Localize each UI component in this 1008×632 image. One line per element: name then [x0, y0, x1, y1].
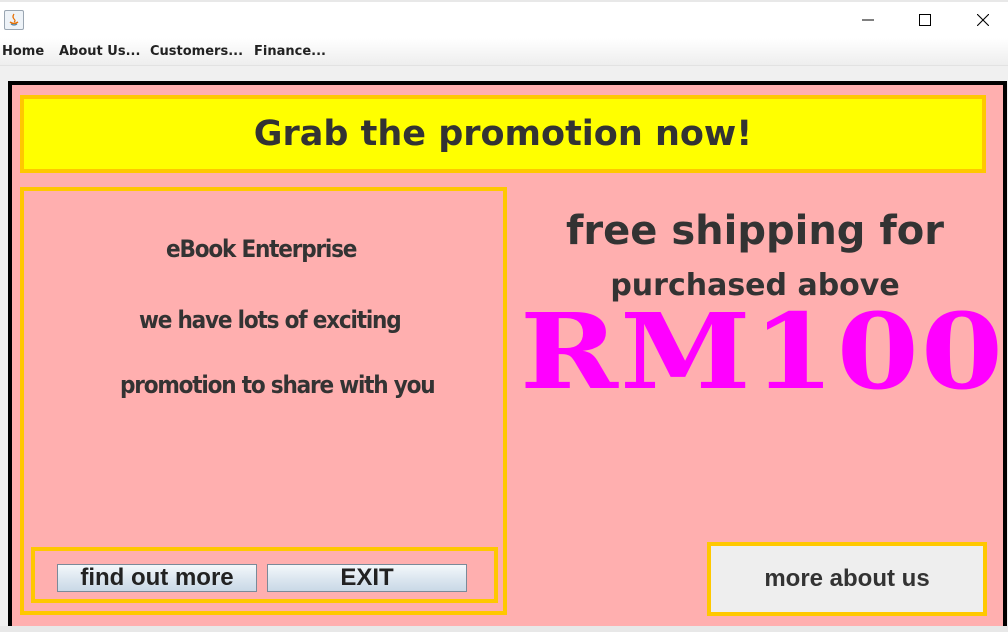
- find-out-more-button[interactable]: find out more: [57, 564, 257, 592]
- close-icon: [977, 14, 989, 26]
- menu-finance[interactable]: Finance...: [254, 44, 326, 59]
- shipping-headline: free shipping for: [566, 208, 944, 254]
- company-name: eBook Enterprise: [166, 235, 357, 263]
- background-window-edge-bottom: [0, 626, 1008, 632]
- banner-title: Grab the promotion now!: [253, 114, 753, 154]
- maximize-button[interactable]: [897, 2, 953, 38]
- close-button[interactable]: [955, 2, 1008, 38]
- exit-button[interactable]: EXIT: [267, 564, 467, 592]
- info-text-line-1: we have lots of exciting: [139, 306, 402, 334]
- java-app-icon: [4, 10, 24, 30]
- button-group: find out more EXIT: [31, 547, 498, 603]
- menu-customers[interactable]: Customers...: [150, 44, 243, 59]
- minimize-icon: [862, 19, 874, 21]
- menu-home[interactable]: Home: [2, 44, 44, 59]
- maximize-icon: [919, 14, 931, 26]
- info-text-line-2: promotion to share with you: [120, 371, 436, 399]
- shipping-amount: RM100: [520, 290, 1005, 413]
- menu-bar: Home About Us... Customers... Finance...: [0, 38, 1008, 66]
- minimize-button[interactable]: [840, 2, 896, 38]
- title-bar[interactable]: [0, 2, 1008, 38]
- menu-about-us[interactable]: About Us...: [59, 44, 140, 59]
- more-about-us-button[interactable]: more about us: [707, 542, 987, 616]
- promotion-banner: Grab the promotion now!: [20, 95, 986, 173]
